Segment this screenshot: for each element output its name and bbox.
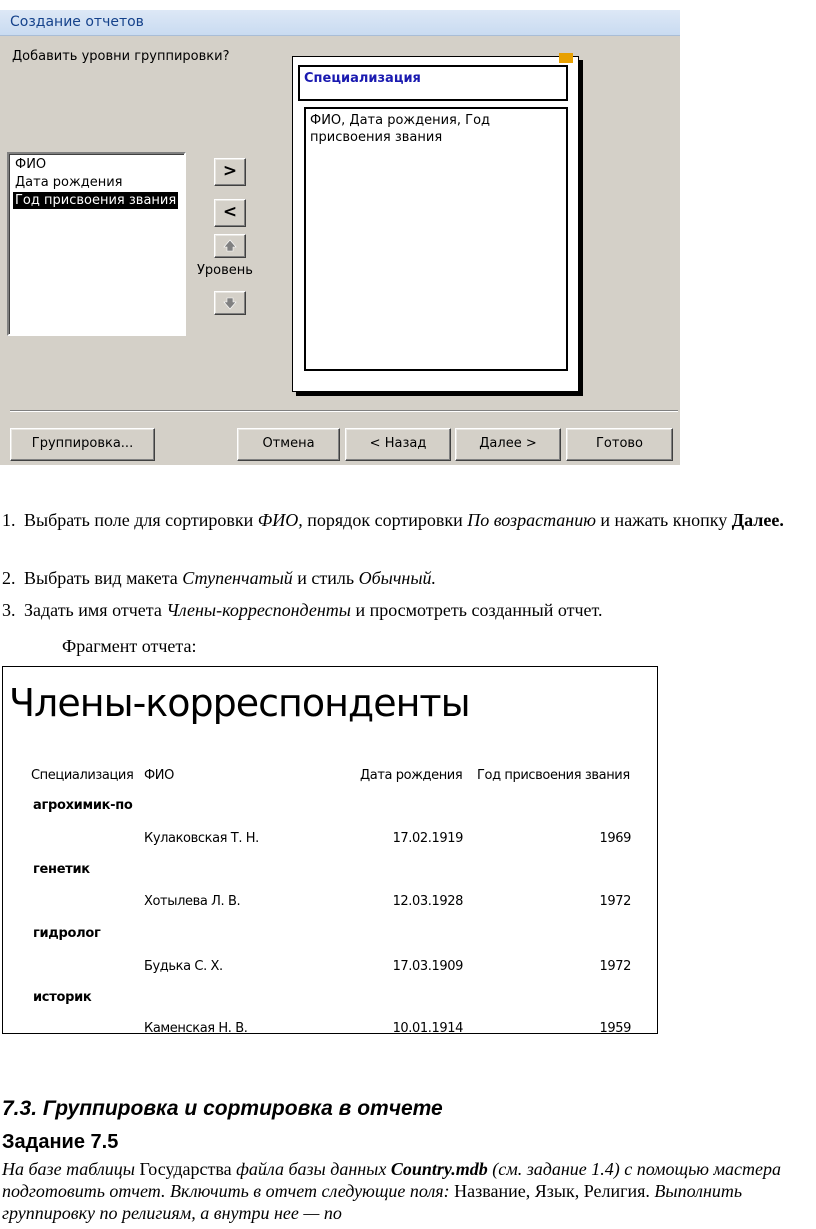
step-2-text: Выбрать вид макета Ступенчатый и стиль О… bbox=[24, 566, 436, 590]
cell-fio: Хотылева Л. В. bbox=[144, 894, 241, 909]
available-fields-list[interactable]: ФИО Дата рождения Год присвоения звания bbox=[7, 152, 186, 336]
header-rank-year: Год присвоения звания bbox=[477, 768, 630, 783]
step-2-number: 2. bbox=[2, 568, 16, 588]
header-birthdate: Дата рождения bbox=[360, 768, 463, 783]
step-2-layout: Ступенчатый bbox=[182, 568, 293, 588]
header-fio: ФИО bbox=[144, 768, 174, 783]
step-2-part: и стиль bbox=[292, 568, 359, 588]
preview-group-box: Специализация bbox=[298, 65, 568, 101]
cell-rank-year: 1972 bbox=[599, 959, 632, 974]
cell-birthdate: 17.02.1919 bbox=[392, 831, 464, 846]
grouping-preview: Специализация ФИО, Дата рождения, Год пр… bbox=[292, 53, 579, 392]
cell-fio: Кулаковская Т. Н. bbox=[144, 831, 259, 846]
task-text: На базе таблицы Государства файла базы д… bbox=[2, 1158, 792, 1224]
preview-group-label: Специализация bbox=[304, 71, 421, 86]
dialog-separator bbox=[10, 410, 678, 412]
header-specialization: Специализация bbox=[31, 768, 134, 783]
step-1-button-name: Далее. bbox=[731, 510, 784, 530]
cancel-button[interactable]: Отмена bbox=[237, 428, 340, 461]
fragment-label: Фрагмент отчета: bbox=[62, 636, 197, 656]
step-3-part: Задать имя отчета bbox=[24, 600, 167, 620]
step-2-style: Обычный. bbox=[358, 568, 437, 588]
cell-birthdate: 10.01.1914 bbox=[392, 1021, 464, 1034]
grouping-prompt: Добавить уровни группировки? bbox=[12, 49, 230, 64]
cell-fio: Каменская Н. В. bbox=[144, 1021, 248, 1034]
level-label: Уровень bbox=[197, 263, 253, 278]
report-fragment: Члены-корреспонденты Специализация ФИО Д… bbox=[2, 666, 658, 1034]
level-down-button[interactable] bbox=[214, 291, 246, 315]
step-3-number: 3. bbox=[2, 600, 16, 620]
step-1-part: Выбрать поле для сортировки bbox=[24, 510, 258, 530]
cell-birthdate: 12.03.1928 bbox=[392, 894, 464, 909]
preview-fields-label: ФИО, Дата рождения, Год присвоения звани… bbox=[310, 113, 491, 145]
cell-rank-year: 1959 bbox=[599, 1021, 632, 1034]
step-1-part: порядок сортировки bbox=[302, 510, 468, 530]
dialog-titlebar: Создание отчетов bbox=[0, 10, 680, 36]
task-title: Задание 7.5 bbox=[2, 1131, 119, 1153]
step-3-text: Задать имя отчета Члены-корреспонденты и… bbox=[24, 598, 603, 622]
cell-rank-year: 1972 bbox=[599, 894, 632, 909]
task-table-name: Государства bbox=[139, 1159, 232, 1179]
step-1-field: ФИО, bbox=[257, 510, 303, 530]
group-header: историк bbox=[33, 990, 92, 1005]
step-3-report-name: Члены-корреспонденты bbox=[166, 600, 351, 620]
level-up-button[interactable] bbox=[214, 234, 246, 258]
step-1-order: По возрастанию bbox=[467, 510, 596, 530]
report-wizard-dialog: Создание отчетов Добавить уровни группир… bbox=[0, 10, 680, 465]
group-header: генетик bbox=[33, 862, 90, 877]
step-1-text: Выбрать поле для сортировки ФИО, порядок… bbox=[24, 508, 814, 532]
cell-fio: Будька С. Х. bbox=[144, 959, 223, 974]
cell-rank-year: 1969 bbox=[599, 831, 632, 846]
step-2-part: Выбрать вид макета bbox=[24, 568, 183, 588]
next-button[interactable]: Далее > bbox=[455, 428, 561, 461]
task-text-part: На базе таблицы bbox=[2, 1159, 140, 1179]
report-title: Члены-корреспонденты bbox=[9, 681, 471, 725]
arrow-up-icon bbox=[223, 239, 237, 252]
remove-level-button[interactable]: < bbox=[214, 199, 246, 227]
preview-corner-mark bbox=[559, 53, 573, 63]
group-header: агрохимик-по bbox=[33, 798, 133, 813]
add-level-button[interactable]: > bbox=[214, 158, 246, 186]
field-item-fio[interactable]: ФИО bbox=[13, 156, 48, 173]
group-header: гидролог bbox=[33, 926, 101, 941]
step-1-number: 1. bbox=[2, 510, 16, 530]
step-3-part: и просмотреть созданный отчет. bbox=[350, 600, 603, 620]
back-button[interactable]: < Назад bbox=[345, 428, 451, 461]
preview-detail-box: ФИО, Дата рождения, Год присвоения звани… bbox=[304, 107, 568, 371]
step-1-part: и нажать кнопку bbox=[595, 510, 732, 530]
finish-button[interactable]: Готово bbox=[566, 428, 673, 461]
cell-birthdate: 17.03.1909 bbox=[392, 959, 464, 974]
task-field-list: Название, Язык, Религия. bbox=[454, 1181, 650, 1201]
dialog-title: Создание отчетов bbox=[10, 14, 144, 30]
field-item-rank-year[interactable]: Год присвоения звания bbox=[13, 192, 179, 209]
grouping-options-button[interactable]: Группировка... bbox=[10, 428, 155, 461]
field-item-birthdate[interactable]: Дата рождения bbox=[13, 174, 124, 191]
task-text-part: файла базы данных bbox=[231, 1159, 391, 1179]
section-title: 7.3. Группировка и сортировка в отчете bbox=[2, 1097, 443, 1120]
task-db-file: Country.mdb bbox=[390, 1159, 488, 1179]
arrow-down-icon bbox=[223, 297, 237, 310]
